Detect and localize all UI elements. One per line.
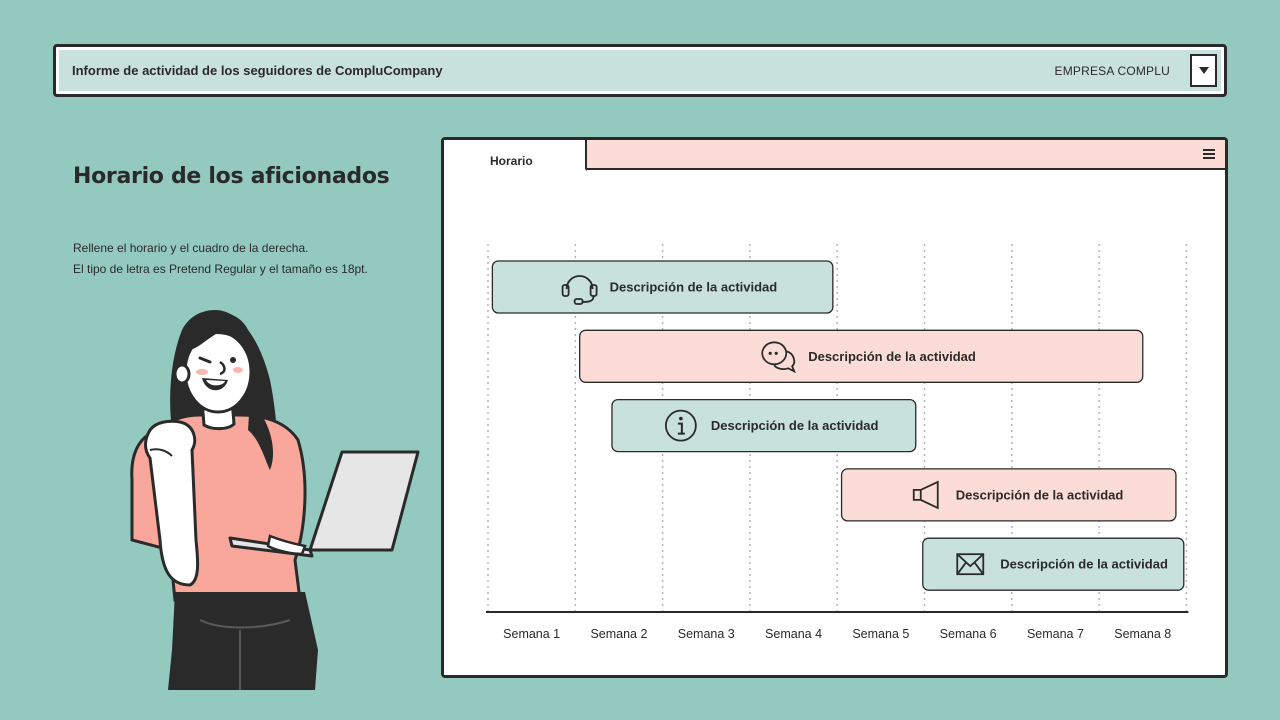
tab-horario[interactable]: Horario (444, 140, 587, 171)
x-tick-label: Semana 4 (765, 627, 822, 641)
gantt-bar-label: Descripción de la actividad (956, 487, 1124, 502)
gantt-bar-label: Descripción de la actividad (808, 349, 976, 364)
gantt-bar-label: Descripción de la actividad (711, 418, 879, 433)
top-bar: Informe de actividad de los seguidores d… (53, 44, 1227, 97)
gantt-bar[interactable]: Descripción de la actividad (922, 537, 1185, 591)
gantt-bar[interactable]: Descripción de la actividad (611, 398, 917, 453)
top-bar-right: EMPRESA COMPLU (1055, 50, 1222, 91)
x-tick-label: Semana 7 (1027, 627, 1084, 641)
description-line-2: El tipo de letra es Pretend Regular y el… (73, 262, 368, 276)
x-tick-label: Semana 3 (678, 627, 735, 641)
gantt-bar-label: Descripción de la actividad (610, 280, 778, 295)
x-tick-label: Semana 1 (503, 627, 560, 641)
gantt-chart: Semana 1 Semana 2 Semana 3 Semana 4 Semana 5… (486, 244, 1189, 641)
gantt-bar[interactable]: Descripción de la actividad (491, 260, 834, 314)
company-name: EMPRESA COMPLU (1054, 63, 1170, 78)
x-tick-label: Semana 6 (940, 627, 997, 641)
page-heading: Horario de los aficionados (73, 164, 390, 189)
gantt-bar[interactable]: Descripción de la actividad (840, 468, 1177, 522)
schedule-window: Horario Semana 1 Semana 2 Semana 3 Semana 4… (441, 137, 1228, 678)
x-tick-label: Semana 2 (590, 627, 647, 641)
description: Rellene el horario y el cuadro de la der… (73, 238, 368, 280)
report-title: Informe de actividad de los seguidores d… (72, 63, 443, 78)
description-line-1: Rellene el horario y el cuadro de la der… (73, 241, 309, 255)
x-tick-label: Semana 8 (1114, 627, 1171, 641)
top-bar-inner: Informe de actividad de los seguidores d… (59, 50, 1221, 91)
caret-down-icon (1198, 67, 1209, 74)
x-tick-label: Semana 5 (852, 627, 909, 641)
gantt-bar-label: Descripción de la actividad (1000, 557, 1168, 572)
gantt-bar[interactable]: Descripción de la actividad (579, 329, 1144, 383)
woman-with-laptop-illustration (130, 310, 420, 690)
dropdown-button[interactable] (1190, 54, 1217, 87)
